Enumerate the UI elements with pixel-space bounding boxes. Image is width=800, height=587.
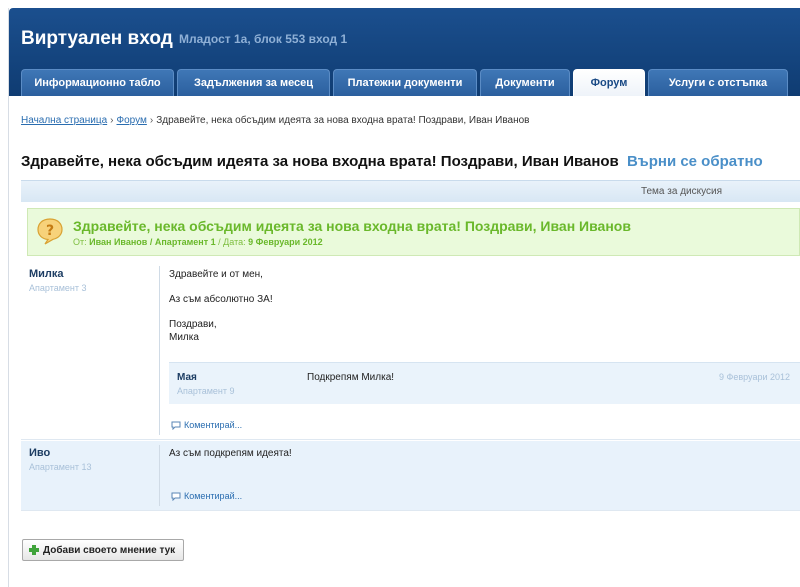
topic-separator: /: [149, 237, 153, 247]
breadcrumb-separator: ›: [149, 115, 154, 126]
reply-item: Мая Апартамент 9 Подкрепям Милка! 9 Февр…: [169, 362, 800, 404]
post-author: Иво Апартамент 13: [29, 447, 159, 472]
tab-forum[interactable]: Форум: [573, 69, 645, 96]
tab-monthly-dues[interactable]: Задължения за месец: [177, 69, 330, 96]
post-author-apartment: Апартамент 13: [29, 462, 92, 472]
post-divider: [159, 445, 160, 506]
post-text-line: Здравейте и от мен,: [169, 269, 263, 280]
site-subtitle: Младост 1а, блок 553 вход 1: [179, 32, 348, 46]
comment-bubble-icon: [171, 492, 181, 501]
reply-author-apartment: Апартамент 9: [177, 386, 235, 396]
topic-author: Иван Иванов: [89, 237, 148, 247]
breadcrumb: Начална страница › Форум › Здравейте, нека о…: [21, 115, 529, 126]
breadcrumb-home-link[interactable]: Начална страница: [21, 115, 107, 126]
post-author: Милка Апартамент 3: [29, 268, 159, 293]
add-opinion-button[interactable]: Добави своето мнение тук: [22, 539, 185, 561]
tab-discount-services[interactable]: Услуги с отстъпка: [648, 69, 788, 96]
tab-payment-documents[interactable]: Платежни документи: [333, 69, 477, 96]
page-title-text: Здравейте, нека обсъдим идеята за нова в…: [21, 153, 619, 170]
topic-title: Здравейте, нека обсъдим идеята за нова в…: [73, 218, 631, 234]
thread-header-label: Тема за дискусия: [640, 186, 722, 197]
post-text-line: Милка: [169, 332, 199, 343]
add-opinion-label: Добави своето мнение тук: [43, 544, 176, 556]
tab-dashboard[interactable]: Информационно табло: [21, 69, 174, 96]
thread-header-bar: Тема за дискусия: [21, 180, 800, 202]
breadcrumb-separator: ›: [110, 115, 114, 126]
topic-from-label: От:: [73, 237, 87, 247]
breadcrumb-current: Здравейте, нека обсъдим идеята за нова в…: [156, 115, 530, 126]
reply-author-name[interactable]: Мая: [177, 372, 197, 383]
post-author-name[interactable]: Иво: [29, 447, 159, 459]
post-item: Милка Апартамент 3 Здравейте и от мен, А…: [21, 262, 800, 440]
site-header: Виртуален вход Младост 1а, блок 553 вход…: [9, 8, 800, 96]
comment-link-label: Коментирай...: [184, 420, 243, 430]
topic-date: 9 Февруари 2012: [248, 237, 323, 247]
tab-documents[interactable]: Документи: [480, 69, 570, 96]
comment-link[interactable]: Коментирай...: [171, 420, 242, 430]
breadcrumb-forum-link[interactable]: Форум: [116, 115, 146, 126]
main-tabs: Информационно табло Задължения за месец …: [21, 69, 788, 96]
comment-bubble-icon: [171, 421, 181, 430]
post-divider: [159, 266, 160, 435]
topic-meta: От: Иван Иванов / Апартамент 1 / Дата: 9…: [73, 237, 323, 247]
topic-box: ? Здравейте, нека обсъдим идеята за нова…: [27, 208, 800, 256]
reply-text: Подкрепям Милка!: [307, 372, 395, 383]
back-link[interactable]: Върни се обратно: [627, 153, 763, 170]
comment-link[interactable]: Коментирай...: [171, 491, 242, 501]
page-container: Виртуален вход Младост 1а, блок 553 вход…: [8, 8, 800, 587]
post-body: Здравейте и от мен, Аз съм абсолютно ЗА!…: [169, 268, 792, 344]
post-text-line: Поздрави,: [169, 319, 217, 330]
reply-date: 9 Февруари 2012: [719, 372, 790, 382]
topic-separator: /: [218, 237, 221, 247]
post-author-name[interactable]: Милка: [29, 268, 159, 280]
post-body: Аз съм подкрепям идеята!: [169, 447, 792, 460]
question-bubble-icon: ?: [37, 218, 63, 245]
topic-date-label: Дата:: [223, 237, 246, 247]
post-author-apartment: Апартамент 3: [29, 283, 87, 293]
plus-icon: [29, 545, 39, 555]
post-text-line: Аз съм абсолютно ЗА!: [169, 294, 273, 305]
comment-link-label: Коментирай...: [184, 491, 243, 501]
site-title: Виртуален вход: [21, 28, 173, 49]
post-text-line: Аз съм подкрепям идеята!: [169, 448, 292, 459]
post-item: Иво Апартамент 13 Аз съм подкрепям идеят…: [21, 441, 800, 511]
topic-apartment: Апартамент 1: [154, 237, 216, 247]
svg-text:?: ?: [46, 223, 54, 239]
page-title: Здравейте, нека обсъдим идеята за нова в…: [21, 153, 763, 170]
